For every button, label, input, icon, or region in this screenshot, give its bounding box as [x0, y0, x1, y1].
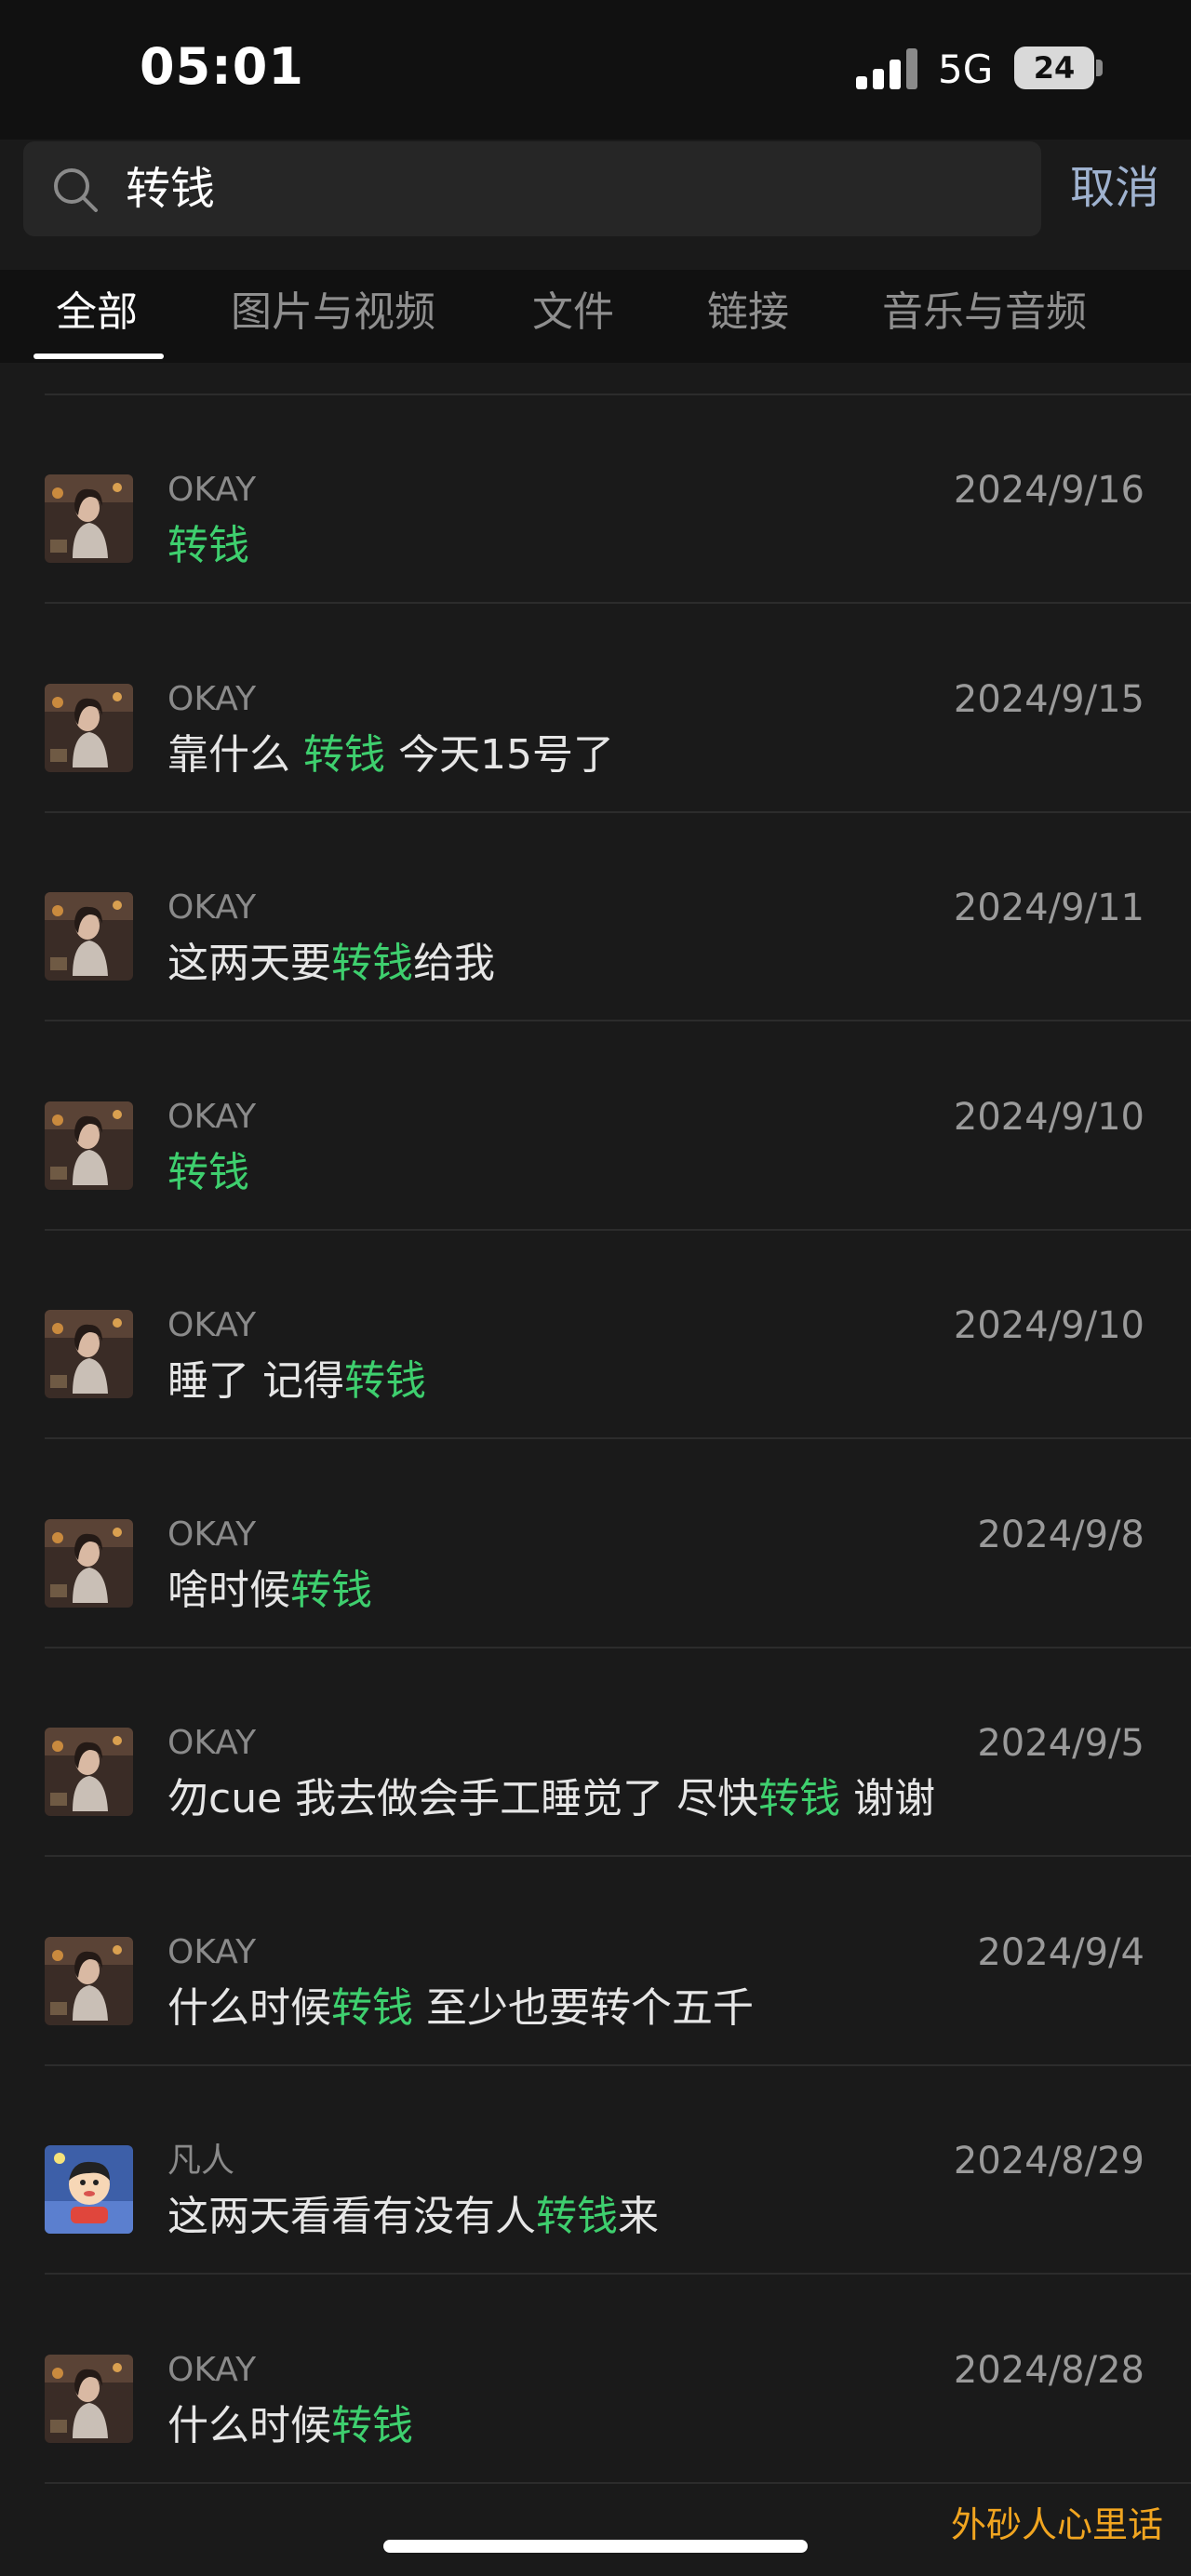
message-snippet: 这两天要转钱给我 — [167, 938, 495, 990]
filter-tabs: 全部 图片与视频 文件 链接 音乐与音频 — [0, 270, 1191, 363]
message-date: 2024/9/5 — [977, 1722, 1144, 1765]
search-results-screen: 05:01 5G 24 转钱 取消 全部 图片与视频 文件 链接 音乐与音频 O… — [0, 0, 1191, 2576]
search-result-row[interactable]: OKAY 2024/9/8 啥时候转钱 — [0, 1440, 1191, 1648]
tab-images-videos[interactable]: 图片与视频 — [231, 287, 435, 339]
snippet-text-after: 今天15号了 — [385, 730, 614, 779]
okay-avatar — [45, 1728, 133, 1816]
sender-name: OKAY — [167, 1724, 257, 1762]
snippet-text-before: 睡了 记得 — [167, 1357, 344, 1405]
cancel-button[interactable]: 取消 — [1070, 160, 1159, 216]
search-query-text[interactable]: 转钱 — [126, 162, 215, 216]
home-indicator — [383, 2540, 808, 2553]
highlighted-keyword: 转钱 — [331, 2401, 413, 2449]
search-result-row[interactable]: OKAY 2024/9/4 什么时候转钱 至少也要转个五千 — [0, 1858, 1191, 2066]
status-bar: 05:01 5G 24 — [0, 0, 1191, 140]
message-date: 2024/9/11 — [953, 887, 1144, 929]
sender-name: OKAY — [167, 1097, 257, 1136]
tab-music-audio[interactable]: 音乐与音频 — [882, 287, 1087, 339]
search-result-row[interactable]: OKAY 2024/9/10 睡了 记得转钱 — [0, 1231, 1191, 1439]
battery-level: 24 — [1033, 50, 1076, 86]
sender-name: OKAY — [167, 679, 257, 718]
tab-all[interactable]: 全部 — [56, 287, 138, 339]
highlighted-keyword: 转钱 — [344, 1357, 426, 1405]
sender-name: OKAY — [167, 888, 257, 927]
sender-name: OKAY — [167, 1515, 257, 1554]
sender-name: OKAY — [167, 1932, 257, 1971]
okay-avatar — [45, 1936, 133, 2025]
message-date: 2024/8/29 — [953, 2140, 1144, 2182]
highlighted-keyword: 转钱 — [303, 730, 385, 779]
search-icon — [54, 168, 98, 212]
message-snippet: 勿cue 我去做会手工睡觉了 尽快转钱 谢谢 — [167, 1773, 935, 1825]
message-date: 2024/9/15 — [953, 677, 1144, 721]
highlighted-keyword: 转钱 — [167, 522, 249, 569]
snippet-text-before: 勿cue 我去做会手工睡觉了 尽快 — [167, 1775, 759, 1822]
message-date: 2024/9/8 — [977, 1513, 1144, 1556]
sender-name: 凡人 — [167, 2142, 235, 2180]
search-result-row[interactable]: OKAY 2024/8/28 什么时候转钱 — [0, 2276, 1191, 2484]
okay-avatar — [45, 1310, 133, 1398]
snippet-text-after: 来 — [618, 2193, 659, 2240]
snippet-text-before: 这两天看看有没有人 — [167, 2193, 536, 2240]
search-result-row[interactable]: OKAY 2024/9/5 勿cue 我去做会手工睡觉了 尽快转钱 谢谢 — [0, 1648, 1191, 1857]
okay-avatar — [45, 1518, 133, 1608]
watermark: 外砂人心里话 — [950, 2504, 1163, 2545]
message-date: 2024/9/16 — [953, 469, 1144, 512]
highlighted-keyword: 转钱 — [167, 1148, 249, 1196]
row-divider — [45, 2481, 1191, 2484]
snippet-text-after: 至少也要转个五千 — [413, 1983, 754, 2032]
message-snippet: 什么时候转钱 — [167, 2400, 413, 2452]
snippet-text-before: 什么时候 — [167, 1983, 331, 2032]
sender-name: OKAY — [167, 471, 257, 509]
message-snippet: 转钱 — [167, 1147, 249, 1199]
message-snippet: 这两天看看有没有人转钱来 — [167, 2191, 659, 2243]
highlighted-keyword: 转钱 — [331, 940, 413, 987]
snippet-text-before: 啥时候 — [167, 1566, 290, 1614]
cellular-signal-icon — [856, 48, 919, 89]
battery-tip — [1096, 60, 1103, 76]
status-time: 05:01 — [140, 37, 304, 96]
snippet-text-after: 谢谢 — [840, 1775, 936, 1822]
search-result-row[interactable]: OKAY 2024/9/15 靠什么 转钱 今天15号了 — [0, 605, 1191, 813]
snippet-text-before: 靠什么 — [167, 730, 303, 779]
highlighted-keyword: 转钱 — [290, 1566, 372, 1614]
network-type: 5G — [938, 47, 994, 92]
message-snippet: 转钱 — [167, 520, 249, 572]
highlighted-keyword: 转钱 — [758, 1775, 841, 1822]
battery-icon: 24 — [1014, 47, 1094, 89]
okay-avatar — [45, 683, 133, 772]
search-result-row[interactable]: 凡人 2024/8/29 这两天看看有没有人转钱来 — [0, 2066, 1191, 2275]
cartoon-avatar — [45, 2145, 133, 2234]
okay-avatar — [45, 474, 133, 563]
message-snippet: 靠什么 转钱 今天15号了 — [167, 729, 614, 781]
snippet-text-after: 给我 — [413, 940, 495, 987]
snippet-text-before: 这两天要 — [167, 940, 331, 987]
highlighted-keyword: 转钱 — [331, 1983, 413, 2032]
search-result-row[interactable]: OKAY 2024/9/10 转钱 — [0, 1022, 1191, 1231]
okay-avatar — [45, 1101, 133, 1190]
highlighted-keyword: 转钱 — [536, 2193, 618, 2240]
sender-name: OKAY — [167, 1306, 257, 1344]
okay-avatar — [45, 892, 133, 981]
search-result-row[interactable]: OKAY 2024/9/11 这两天要转钱给我 — [0, 813, 1191, 1021]
message-date: 2024/8/28 — [953, 2348, 1144, 2392]
message-snippet: 睡了 记得转钱 — [167, 1355, 426, 1408]
tab-links[interactable]: 链接 — [707, 287, 789, 339]
tab-files[interactable]: 文件 — [532, 287, 614, 339]
message-date: 2024/9/10 — [953, 1304, 1144, 1347]
okay-avatar — [45, 2354, 133, 2443]
snippet-text-before: 什么时候 — [167, 2401, 331, 2449]
message-snippet: 啥时候转钱 — [167, 1565, 372, 1617]
message-date: 2024/9/10 — [953, 1095, 1144, 1139]
search-result-row[interactable]: OKAY 2024/9/16 转钱 — [0, 395, 1191, 604]
message-snippet: 什么时候转钱 至少也要转个五千 — [167, 1982, 754, 2035]
sender-name: OKAY — [167, 2350, 257, 2389]
message-date: 2024/9/4 — [977, 1930, 1144, 1974]
search-field[interactable]: 转钱 — [23, 141, 1041, 236]
active-tab-indicator — [33, 354, 164, 359]
